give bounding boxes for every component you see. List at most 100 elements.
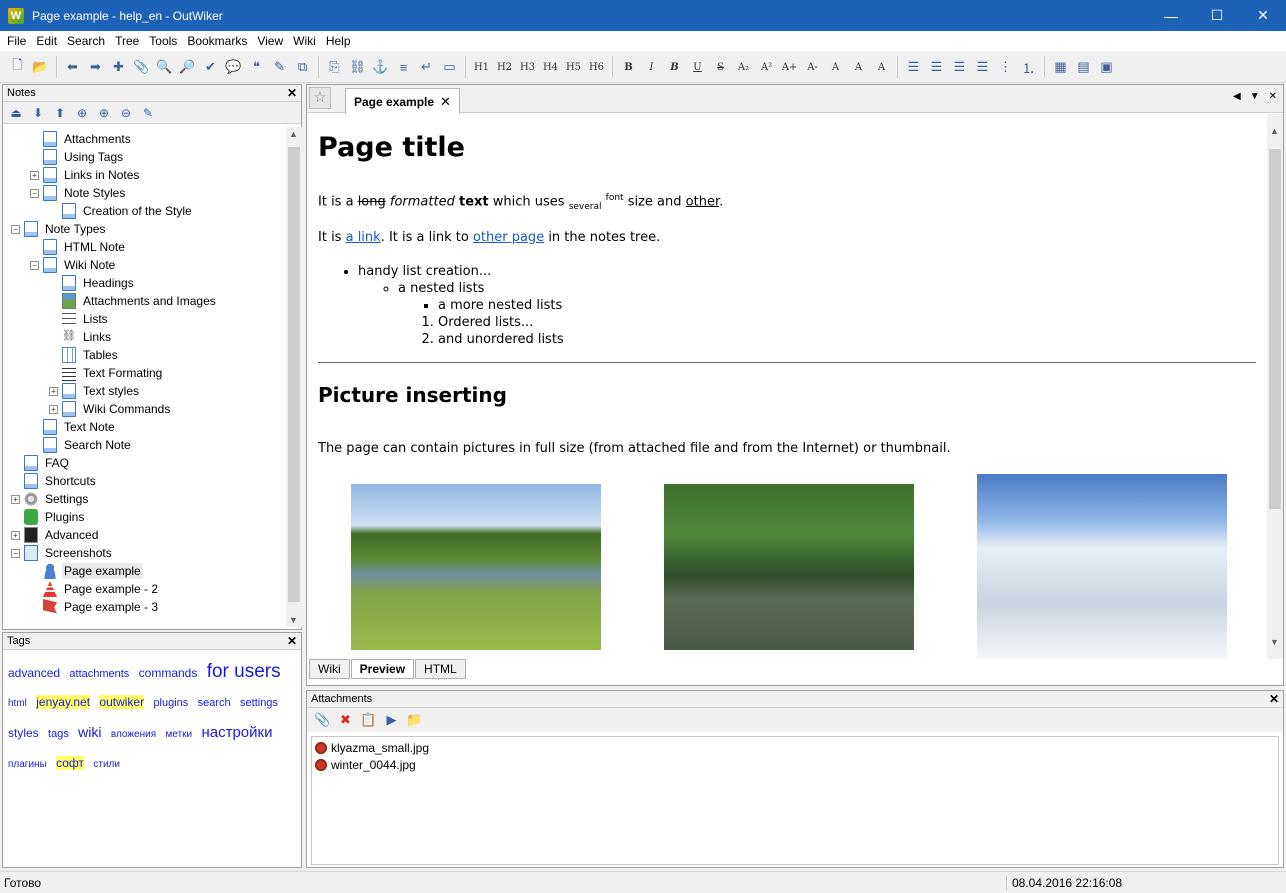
lines-icon[interactable]: ≡ [392, 56, 415, 78]
copy-icon[interactable]: ⎘ [323, 56, 346, 78]
font-smaller-icon[interactable]: A- [801, 56, 824, 78]
notebook-up-icon[interactable]: ⏏ [5, 103, 27, 123]
tab-close-all-icon[interactable]: ✕ [1269, 91, 1277, 102]
h2-icon[interactable]: H2 [493, 56, 516, 78]
tree-item[interactable]: + Links in Notes [30, 166, 141, 184]
tree-item[interactable]: − Note Styles [30, 184, 127, 202]
remove-icon[interactable]: ✖ [334, 709, 357, 731]
tree-item[interactable]: Search Note [30, 436, 133, 454]
return-icon[interactable]: ↵ [415, 56, 438, 78]
tab-html[interactable]: HTML [415, 659, 466, 679]
underline-icon[interactable]: U [686, 56, 709, 78]
tag-link[interactable]: софт [56, 756, 85, 770]
maximize-button[interactable]: ☐ [1194, 0, 1240, 31]
menu-search[interactable]: Search [62, 31, 110, 51]
river-summer-image[interactable] [351, 483, 601, 650]
tag-link[interactable]: метки [165, 729, 192, 740]
new-page-icon[interactable]: 🗋 [6, 56, 29, 78]
font-color-icon[interactable]: A [824, 56, 847, 78]
tree-item[interactable]: Text Note [30, 418, 117, 436]
tree-item[interactable]: + Settings [11, 490, 90, 508]
tree-item[interactable]: Links [49, 328, 113, 346]
align-justify-icon[interactable]: ☰ [971, 56, 994, 78]
h3-icon[interactable]: H3 [516, 56, 539, 78]
paste-icon[interactable]: 📋 [357, 709, 380, 731]
preview-scrollbar[interactable]: ▲ ▼ [1267, 114, 1283, 659]
spellcheck-icon[interactable]: ✔ [199, 56, 222, 78]
h6-icon[interactable]: H6 [585, 56, 608, 78]
align-center-icon[interactable]: ☰ [925, 56, 948, 78]
tag-link[interactable]: tags [48, 728, 69, 740]
italic-icon[interactable]: I [640, 56, 663, 78]
menu-tools[interactable]: Tools [144, 31, 182, 51]
tree-item[interactable]: Text Formating [49, 364, 164, 382]
tag-link[interactable]: commands [139, 666, 198, 680]
tag-link[interactable]: html [8, 698, 27, 709]
tree-item[interactable]: FAQ [11, 454, 71, 472]
notes-panel-close-button[interactable]: ✕ [287, 86, 297, 100]
scroll-down-icon[interactable]: ▼ [289, 615, 298, 625]
tree-item[interactable]: Headings [49, 274, 136, 292]
bold-icon[interactable]: B [617, 56, 640, 78]
tree-item[interactable]: HTML Note [30, 238, 127, 256]
tag-link[interactable]: styles [8, 726, 39, 740]
forward-icon[interactable]: ➡ [84, 56, 107, 78]
strike-icon[interactable]: S [709, 56, 732, 78]
expand-icon[interactable]: + [11, 530, 20, 540]
back-icon[interactable]: ⬅ [61, 56, 84, 78]
attachment-item[interactable]: klyazma_small.jpg [314, 739, 1276, 756]
attach-file-icon[interactable]: 📎 [311, 709, 334, 731]
text-bg-icon[interactable]: A [847, 56, 870, 78]
bold-italic-icon[interactable]: B [663, 56, 686, 78]
align-right-icon[interactable]: ☰ [948, 56, 971, 78]
tag-link[interactable]: search [198, 697, 231, 709]
expand-icon[interactable]: + [49, 404, 58, 414]
tree-item[interactable]: + Text styles [49, 382, 141, 400]
tag-link[interactable]: стили [93, 759, 120, 770]
pen-icon[interactable]: ✎ [268, 56, 291, 78]
collapse-icon[interactable]: − [11, 224, 20, 234]
tag-link[interactable]: advanced [8, 666, 60, 680]
tags-panel-close-button[interactable]: ✕ [287, 634, 297, 648]
attach-icon[interactable]: 📎 [130, 56, 153, 78]
tag-link[interactable]: плагины [8, 759, 47, 770]
tree-item[interactable]: Attachments and Images [49, 292, 218, 310]
execute-icon[interactable]: ▶ [380, 709, 403, 731]
table-cell-icon[interactable]: ▣ [1095, 56, 1118, 78]
mark-icon[interactable]: A [870, 56, 893, 78]
delete-page-icon[interactable]: ⊖ [115, 103, 137, 123]
menu-view[interactable]: View [252, 31, 288, 51]
numbered-list-icon[interactable]: ⒈ [1017, 56, 1040, 78]
attachments-panel-close-button[interactable]: ✕ [1269, 692, 1279, 706]
font-bigger-icon[interactable]: A+ [778, 56, 801, 78]
scroll-down-icon[interactable]: ▼ [1270, 637, 1279, 647]
tree-item[interactable]: Tables [49, 346, 120, 364]
menu-help[interactable]: Help [321, 31, 356, 51]
expand-icon[interactable]: + [11, 494, 20, 504]
add-child-icon[interactable]: ⊕ [93, 103, 115, 123]
tag-link[interactable]: outwiker [99, 695, 145, 709]
tree-item[interactable]: Plugins [11, 508, 86, 526]
tab-prev-icon[interactable]: ◀ [1233, 91, 1241, 102]
scroll-up-icon[interactable]: ▲ [289, 129, 298, 139]
winter-forest-image[interactable] [977, 473, 1227, 659]
tree-item[interactable]: Page example - 2 [30, 580, 160, 598]
notes-tree-scroll-thumb[interactable] [288, 147, 300, 602]
tree-item[interactable]: Attachments [30, 130, 133, 148]
tree-item[interactable]: Lists [49, 310, 110, 328]
tab-wiki[interactable]: Wiki [309, 659, 350, 679]
preview-scroll-thumb[interactable] [1269, 149, 1281, 509]
menu-wiki[interactable]: Wiki [288, 31, 321, 51]
notes-tree-scrollbar[interactable]: ▲ ▼ [286, 127, 302, 627]
collapse-icon[interactable]: − [11, 548, 20, 558]
h1-icon[interactable]: H1 [470, 56, 493, 78]
close-window-button[interactable]: ✕ [1240, 0, 1286, 31]
open-folder-icon[interactable]: 📂 [29, 56, 52, 78]
tag-link[interactable]: plugins [153, 697, 188, 709]
preformat-icon[interactable]: ▭ [438, 56, 461, 78]
tree-item[interactable]: Page example [30, 562, 143, 580]
search-icon[interactable]: 🔍 [153, 56, 176, 78]
table-icon[interactable]: ▦ [1049, 56, 1072, 78]
add-icon[interactable]: ✚ [107, 56, 130, 78]
tree-item[interactable]: Page example - 3 [30, 598, 160, 616]
